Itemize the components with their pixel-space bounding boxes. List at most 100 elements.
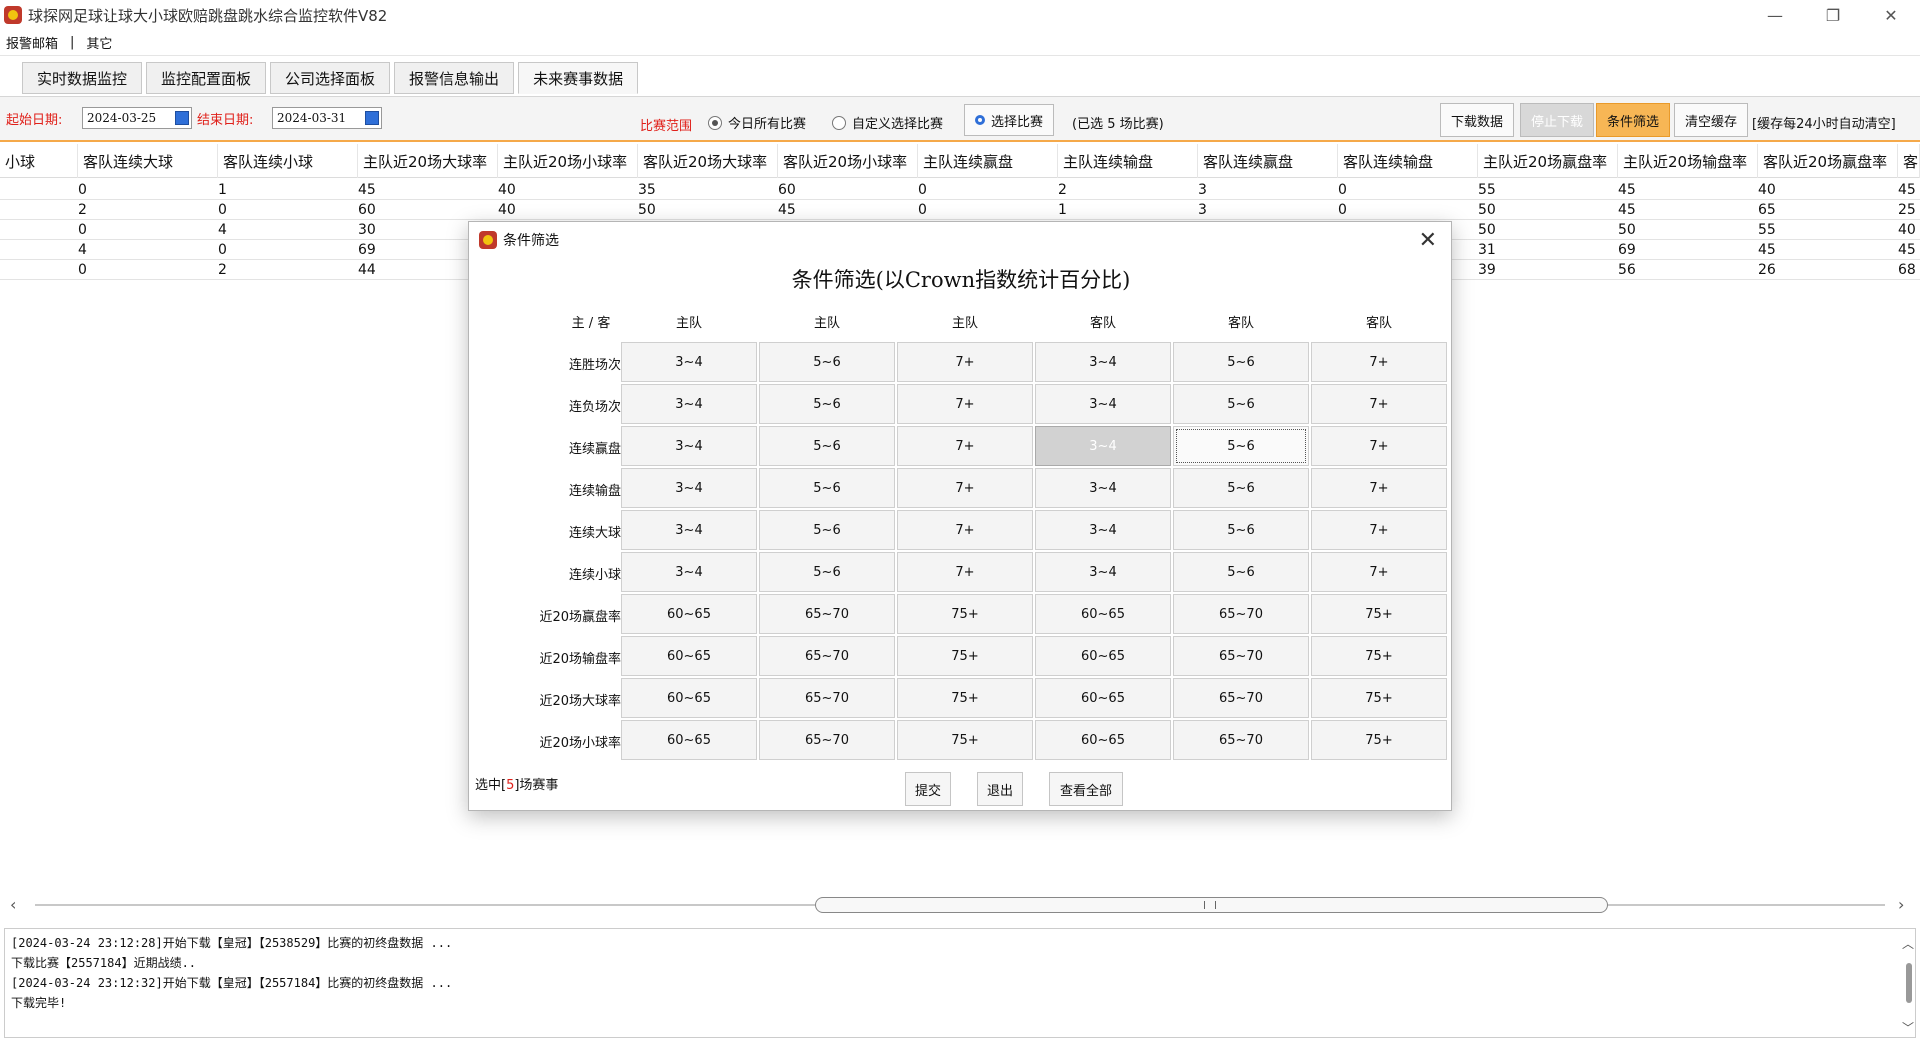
scroll-down-icon[interactable]: ﹀ [1902, 1019, 1914, 1036]
condition-option-button[interactable]: 75+ [897, 678, 1033, 718]
condition-option-button[interactable]: 65~70 [1173, 678, 1309, 718]
condition-option-button[interactable]: 5~6 [1173, 384, 1309, 424]
condition-option-button[interactable]: 3~4 [621, 468, 757, 508]
column-header[interactable]: 主队近20场小球率 [498, 144, 638, 178]
condition-option-button[interactable]: 5~6 [759, 552, 895, 592]
condition-option-button[interactable]: 5~6 [1173, 468, 1309, 508]
condition-option-button[interactable]: 3~4 [1035, 384, 1171, 424]
column-header[interactable]: 客队近20场赢盘率 [1758, 144, 1898, 178]
condition-option-button[interactable]: 3~4 [1035, 426, 1171, 466]
column-header[interactable]: 客队连续小球 [218, 144, 358, 178]
download-data-button[interactable]: 下载数据 [1440, 103, 1515, 137]
column-header[interactable]: 客队连续输盘 [1338, 144, 1478, 178]
condition-option-button[interactable]: 7+ [1311, 342, 1447, 382]
condition-option-button[interactable]: 60~65 [1035, 720, 1171, 760]
condition-option-button[interactable]: 7+ [1311, 510, 1447, 550]
start-date-picker[interactable]: 2024-03-25 [82, 107, 192, 129]
scroll-right-icon[interactable]: › [1898, 895, 1904, 914]
column-header[interactable]: 主队连续赢盘 [918, 144, 1058, 178]
condition-option-button[interactable]: 7+ [1311, 426, 1447, 466]
condition-option-button[interactable]: 60~65 [1035, 594, 1171, 634]
scroll-thumb[interactable] [815, 897, 1608, 913]
condition-option-button[interactable]: 65~70 [759, 636, 895, 676]
table-row[interactable]: 2 0 60 40 50 45 0 1 3 0 50 45 65 25 [0, 200, 1920, 220]
radio-unchecked-icon[interactable] [832, 115, 846, 130]
condition-option-button[interactable]: 60~65 [1035, 636, 1171, 676]
condition-option-button[interactable]: 5~6 [759, 342, 895, 382]
condition-option-button[interactable]: 65~70 [1173, 594, 1309, 634]
minimize-button[interactable]: — [1746, 0, 1804, 30]
condition-option-button[interactable]: 60~65 [621, 720, 757, 760]
condition-option-button[interactable]: 65~70 [1173, 720, 1309, 760]
condition-option-button[interactable]: 60~65 [621, 594, 757, 634]
condition-option-button[interactable]: 3~4 [621, 384, 757, 424]
calendar-icon[interactable] [365, 111, 379, 125]
column-header[interactable]: 主队近20场赢盘率 [1478, 144, 1618, 178]
radio-today-all[interactable]: 今日所有比赛 [708, 113, 806, 132]
column-header[interactable]: 主队连续输盘 [1058, 144, 1198, 178]
column-header[interactable]: 小球 [0, 144, 78, 178]
calendar-icon[interactable] [175, 111, 189, 125]
condition-option-button[interactable]: 60~65 [1035, 678, 1171, 718]
condition-option-button[interactable]: 65~70 [759, 720, 895, 760]
condition-option-button[interactable]: 5~6 [1173, 510, 1309, 550]
radio-checked-icon[interactable] [708, 115, 722, 130]
condition-option-button[interactable]: 75+ [1311, 720, 1447, 760]
condition-option-button[interactable]: 3~4 [621, 342, 757, 382]
column-header[interactable]: 客队连续赢盘 [1198, 144, 1338, 178]
condition-option-button[interactable]: 7+ [897, 426, 1033, 466]
clear-cache-button[interactable]: 清空缓存 [1674, 103, 1749, 137]
restore-button[interactable]: ❐ [1804, 0, 1862, 30]
column-header[interactable]: 主队近20场输盘率 [1618, 144, 1758, 178]
menu-alarm-email[interactable]: 报警邮箱 [0, 33, 64, 52]
condition-option-button[interactable]: 3~4 [621, 552, 757, 592]
scroll-thumb[interactable] [1906, 963, 1912, 1003]
condition-option-button[interactable]: 75+ [1311, 594, 1447, 634]
condition-option-button[interactable]: 7+ [897, 552, 1033, 592]
condition-option-button[interactable]: 65~70 [759, 594, 895, 634]
scroll-left-icon[interactable]: ‹ [10, 895, 16, 914]
condition-option-button[interactable]: 75+ [897, 636, 1033, 676]
dialog-close-icon[interactable]: ✕ [1419, 228, 1437, 253]
tab-realtime-monitor[interactable]: 实时数据监控 [22, 62, 143, 94]
condition-option-button[interactable]: 65~70 [759, 678, 895, 718]
condition-option-button[interactable]: 60~65 [621, 636, 757, 676]
condition-option-button[interactable]: 5~6 [759, 510, 895, 550]
exit-button[interactable]: 退出 [977, 772, 1023, 806]
table-row[interactable]: 0 1 45 40 35 60 0 2 3 0 55 45 40 45 [0, 180, 1920, 200]
condition-option-button[interactable]: 5~6 [759, 468, 895, 508]
condition-option-button[interactable]: 7+ [897, 468, 1033, 508]
condition-option-button[interactable]: 3~4 [1035, 468, 1171, 508]
select-match-button[interactable]: 选择比赛 [964, 104, 1055, 136]
condition-option-button[interactable]: 60~65 [621, 678, 757, 718]
view-all-button[interactable]: 查看全部 [1049, 772, 1123, 806]
condition-option-button[interactable]: 75+ [1311, 678, 1447, 718]
condition-option-button[interactable]: 3~4 [1035, 552, 1171, 592]
scroll-up-icon[interactable]: ︿ [1902, 935, 1914, 952]
condition-option-button[interactable]: 75+ [897, 594, 1033, 634]
condition-option-button[interactable]: 5~6 [1173, 342, 1309, 382]
condition-option-button[interactable]: 7+ [1311, 384, 1447, 424]
condition-option-button[interactable]: 3~4 [621, 426, 757, 466]
condition-option-button[interactable]: 5~6 [1173, 552, 1309, 592]
condition-option-button[interactable]: 75+ [1311, 636, 1447, 676]
column-header[interactable]: 客队连续大球 [78, 144, 218, 178]
tab-alarm-output[interactable]: 报警信息输出 [394, 62, 515, 94]
condition-option-button[interactable]: 7+ [897, 342, 1033, 382]
condition-option-button[interactable]: 75+ [897, 720, 1033, 760]
condition-option-button[interactable]: 5~6 [759, 384, 895, 424]
column-header[interactable]: 主队近20场大球率 [358, 144, 498, 178]
condition-option-button[interactable]: 3~4 [621, 510, 757, 550]
condition-filter-button[interactable]: 条件筛选 [1596, 103, 1671, 137]
condition-option-button[interactable]: 5~6 [759, 426, 895, 466]
tab-company-select[interactable]: 公司选择面板 [270, 62, 391, 94]
radio-custom-select[interactable]: 自定义选择比赛 [832, 113, 943, 132]
condition-option-button[interactable]: 7+ [1311, 552, 1447, 592]
condition-option-button[interactable]: 65~70 [1173, 636, 1309, 676]
end-date-picker[interactable]: 2024-03-31 [272, 107, 382, 129]
tab-future-matches[interactable]: 未来赛事数据 [518, 62, 639, 94]
condition-option-button[interactable]: 3~4 [1035, 342, 1171, 382]
condition-option-button[interactable]: 7+ [897, 510, 1033, 550]
condition-option-button[interactable]: 7+ [1311, 468, 1447, 508]
condition-option-button[interactable]: 7+ [897, 384, 1033, 424]
